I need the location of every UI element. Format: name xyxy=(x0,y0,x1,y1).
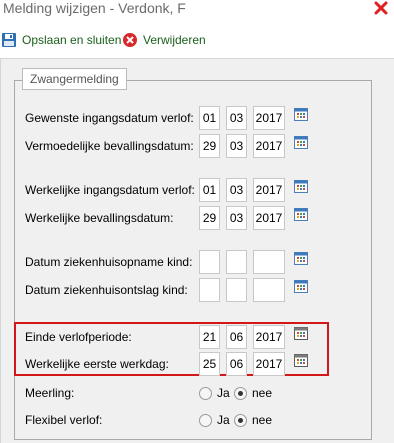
date-row-label: Datum ziekenhuisopname kind: xyxy=(25,255,193,269)
year-input[interactable] xyxy=(253,278,285,302)
radio-option-label: nee xyxy=(252,386,273,400)
calendar-icon[interactable] xyxy=(294,208,308,221)
calendar-icon[interactable] xyxy=(294,354,308,367)
date-row-label: Datum ziekenhuisontslag kind: xyxy=(25,283,188,297)
calendar-icon[interactable] xyxy=(294,252,308,265)
fieldset-legend: Zwangermelding xyxy=(22,68,127,90)
year-input[interactable]: 2017 xyxy=(253,134,285,158)
month-input[interactable]: 03 xyxy=(226,134,247,158)
date-row-label: Vermoedelijke bevallingsdatum: xyxy=(25,139,194,153)
month-input[interactable] xyxy=(226,278,247,302)
date-row-label: Einde verlofperiode: xyxy=(25,330,132,344)
calendar-icon[interactable] xyxy=(294,280,308,293)
title-bar: Melding wijzigen - Verdonk, F xyxy=(0,0,394,24)
date-row-label: Gewenste ingangsdatum verlof: xyxy=(25,111,194,125)
radio-option-label: Ja xyxy=(217,386,230,400)
calendar-icon[interactable] xyxy=(294,180,308,193)
radio-row-label: Flexibel verlof: xyxy=(25,413,103,427)
day-input[interactable]: 01 xyxy=(199,106,220,130)
radio-row-label: Meerling: xyxy=(25,386,75,400)
year-input[interactable]: 2017 xyxy=(253,178,285,202)
month-input[interactable]: 03 xyxy=(226,106,247,130)
month-input[interactable]: 06 xyxy=(226,325,247,349)
radio-option-label: nee xyxy=(252,413,273,427)
save-and-close-label: Opslaan en sluiten xyxy=(22,33,122,47)
month-input[interactable]: 06 xyxy=(226,352,247,376)
radio-ja[interactable] xyxy=(199,387,212,400)
delete-button[interactable]: Verwijderen xyxy=(122,30,206,50)
day-input[interactable] xyxy=(199,278,220,302)
year-input[interactable]: 2017 xyxy=(253,206,285,230)
year-input[interactable] xyxy=(253,250,285,274)
day-input[interactable] xyxy=(199,250,220,274)
calendar-icon[interactable] xyxy=(294,136,308,149)
save-and-close-button[interactable]: Opslaan en sluiten xyxy=(1,30,121,50)
year-input[interactable]: 2017 xyxy=(253,325,285,349)
day-input[interactable]: 29 xyxy=(199,206,220,230)
year-input[interactable]: 2017 xyxy=(253,106,285,130)
delete-circle-icon xyxy=(122,32,138,48)
date-row-label: Werkelijke ingangsdatum verlof: xyxy=(25,183,195,197)
radio-nee[interactable] xyxy=(234,414,247,427)
month-input[interactable]: 03 xyxy=(226,206,247,230)
floppy-disk-icon xyxy=(1,32,17,48)
month-input[interactable]: 03 xyxy=(226,178,247,202)
toolbar: Opslaan en sluiten Verwijderen xyxy=(0,30,394,52)
radio-ja[interactable] xyxy=(199,414,212,427)
day-input[interactable]: 29 xyxy=(199,134,220,158)
delete-label: Verwijderen xyxy=(143,33,206,47)
close-icon[interactable] xyxy=(373,0,389,16)
date-row-label: Werkelijke eerste werkdag: xyxy=(25,357,169,371)
radio-option-label: Ja xyxy=(217,413,230,427)
calendar-icon[interactable] xyxy=(294,108,308,121)
calendar-icon[interactable] xyxy=(294,327,308,340)
year-input[interactable]: 2017 xyxy=(253,352,285,376)
day-input[interactable]: 01 xyxy=(199,178,220,202)
date-row-label: Werkelijke bevallingsdatum: xyxy=(25,211,174,225)
month-input[interactable] xyxy=(226,250,247,274)
day-input[interactable]: 21 xyxy=(199,325,220,349)
radio-nee[interactable] xyxy=(234,387,247,400)
window-title: Melding wijzigen - Verdonk, F xyxy=(3,0,186,16)
day-input[interactable]: 25 xyxy=(199,352,220,376)
